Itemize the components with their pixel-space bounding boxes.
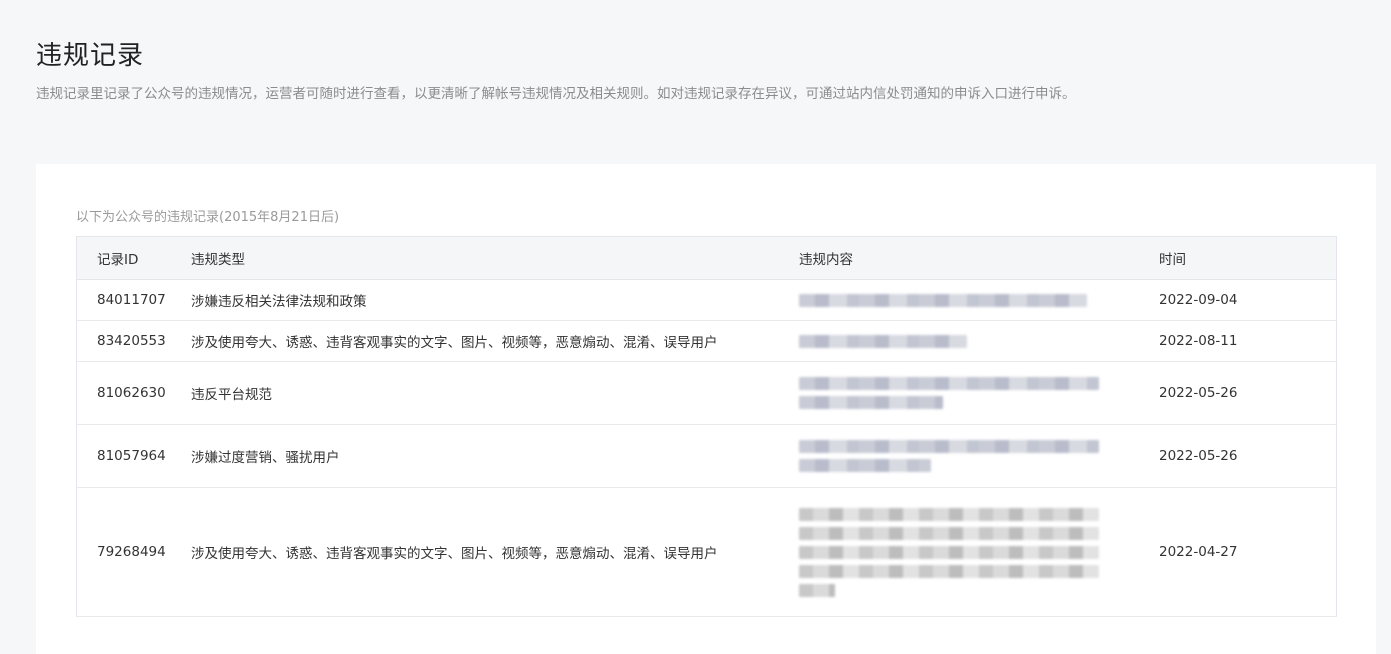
violation-type: 涉嫌违反相关法律法规和政策 <box>190 279 798 321</box>
record-time: 2022-05-26 <box>1158 361 1337 425</box>
page-description: 违规记录里记录了公众号的违规情况，运营者可随时进行查看，以更清晰了解帐号违规情况… <box>36 86 1076 102</box>
page-title: 违规记录 <box>36 41 145 72</box>
record-id: 83420553 <box>76 320 190 362</box>
violation-type: 涉及使用夸大、诱惑、违背客观事实的文字、图片、视频等，恶意煽动、混淆、误导用户 <box>190 320 798 362</box>
column-header-id: 记录ID <box>76 236 190 280</box>
violation-type: 涉及使用夸大、诱惑、违背客观事实的文字、图片、视频等，恶意煽动、混淆、误导用户 <box>190 487 798 617</box>
violation-records-table: 记录ID 违规类型 违规内容 时间 84011707 涉嫌违反相关法律法规和政策… <box>76 236 1337 617</box>
record-id: 81057964 <box>76 424 190 488</box>
column-header-type: 违规类型 <box>190 236 798 280</box>
violation-content-redacted <box>798 361 1158 425</box>
table-header-row: 记录ID 违规类型 违规内容 时间 <box>76 236 1337 280</box>
violation-content-redacted <box>798 320 1158 362</box>
record-time: 2022-05-26 <box>1158 424 1337 488</box>
record-id: 79268494 <box>76 487 190 617</box>
column-header-content: 违规内容 <box>798 236 1158 280</box>
record-id: 84011707 <box>76 279 190 321</box>
column-header-time: 时间 <box>1158 236 1337 280</box>
violation-content-redacted <box>798 424 1158 488</box>
violation-content-redacted <box>798 487 1158 617</box>
table-row: 83420553 涉及使用夸大、诱惑、违背客观事实的文字、图片、视频等，恶意煽动… <box>76 320 1337 362</box>
table-row: 81062630 违反平台规范 2022-05-26 <box>76 361 1337 425</box>
violation-content-redacted <box>798 279 1158 321</box>
record-id: 81062630 <box>76 361 190 425</box>
violation-type: 涉嫌过度营销、骚扰用户 <box>190 424 798 488</box>
table-row: 81057964 涉嫌过度营销、骚扰用户 2022-05-26 <box>76 424 1337 488</box>
table-row: 79268494 涉及使用夸大、诱惑、违背客观事实的文字、图片、视频等，恶意煽动… <box>76 487 1337 617</box>
violation-type: 违反平台规范 <box>190 361 798 425</box>
records-subtitle: 以下为公众号的违规记录(2015年8月21日后) <box>76 210 340 225</box>
records-card: 以下为公众号的违规记录(2015年8月21日后) 记录ID 违规类型 违规内容 … <box>36 164 1376 654</box>
record-time: 2022-04-27 <box>1158 487 1337 617</box>
record-time: 2022-09-04 <box>1158 279 1337 321</box>
record-time: 2022-08-11 <box>1158 320 1337 362</box>
table-row: 84011707 涉嫌违反相关法律法规和政策 2022-09-04 <box>76 279 1337 321</box>
